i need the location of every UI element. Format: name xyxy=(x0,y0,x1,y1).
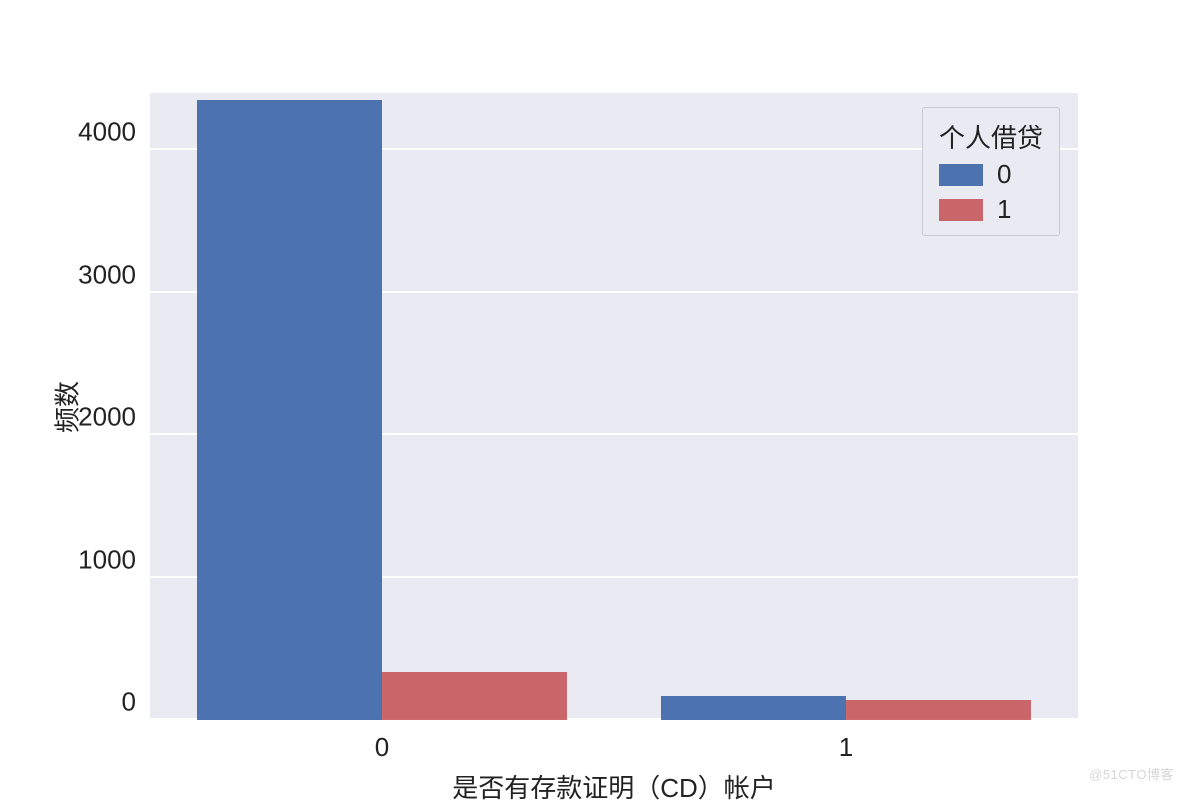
chart-container: 0 1000 2000 3000 4000 0 1 是否有存款证明（CD）帐户 … xyxy=(0,0,1184,789)
legend-swatch-0 xyxy=(939,164,983,186)
legend-item-0: 0 xyxy=(939,159,1043,190)
legend-item-1: 1 xyxy=(939,194,1043,225)
y-tick-label: 1000 xyxy=(78,544,136,575)
y-tick-label: 0 xyxy=(122,687,136,718)
y-axis-label: 频数 xyxy=(48,380,85,432)
legend-swatch-1 xyxy=(939,199,983,221)
legend-label-1: 1 xyxy=(997,194,1011,225)
watermark: @51CTO博客 xyxy=(1089,764,1174,783)
y-tick-label: 4000 xyxy=(78,117,136,148)
x-axis-label: 是否有存款证明（CD）帐户 xyxy=(452,768,776,805)
x-tick-label: 1 xyxy=(839,732,853,763)
bar-series1-cat1 xyxy=(846,700,1031,720)
legend: 个人借贷 0 1 xyxy=(922,107,1060,236)
plot-area: 0 1000 2000 3000 4000 0 1 是否有存款证明（CD）帐户 … xyxy=(150,93,1078,720)
y-tick-label: 2000 xyxy=(78,402,136,433)
bar-series0-cat1 xyxy=(661,696,846,720)
bar-series0-cat0 xyxy=(197,100,382,720)
legend-title: 个人借贷 xyxy=(939,118,1043,155)
y-tick-label: 3000 xyxy=(78,259,136,290)
legend-label-0: 0 xyxy=(997,159,1011,190)
x-tick-label: 0 xyxy=(375,732,389,763)
bar-series1-cat0 xyxy=(382,672,567,720)
